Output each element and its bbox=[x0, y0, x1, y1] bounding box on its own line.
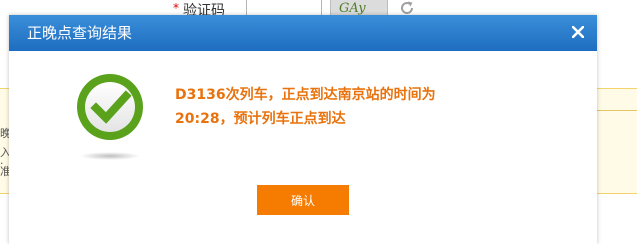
dialog-header: 正晚点查询结果 bbox=[9, 15, 597, 51]
captcha-image-text: GAy bbox=[339, 1, 366, 15]
page: * 验证码 GAy 晚 入 · 准 正晚点查询结果 D3136次列车，正点到达南… bbox=[0, 0, 637, 244]
result-message-line-2: 20:28，预计列车正点到达 bbox=[175, 111, 346, 127]
check-circle-icon bbox=[75, 72, 145, 164]
result-message: D3136次列车，正点到达南京站的时间为 20:28，预计列车正点到达 bbox=[175, 83, 575, 131]
result-dialog: 正晚点查询结果 D3136次列车，正点到达南京站的时间为 20:28，预计列车正… bbox=[9, 15, 597, 244]
dialog-title: 正晚点查询结果 bbox=[27, 24, 133, 42]
required-mark: * bbox=[173, 1, 179, 15]
side-divider bbox=[597, 110, 637, 111]
result-message-line-1: D3136次列车，正点到达南京站的时间为 bbox=[175, 87, 436, 103]
captcha-text: GAy bbox=[339, 1, 366, 15]
confirm-button[interactable]: 确认 bbox=[257, 185, 349, 215]
close-icon[interactable] bbox=[567, 21, 589, 43]
